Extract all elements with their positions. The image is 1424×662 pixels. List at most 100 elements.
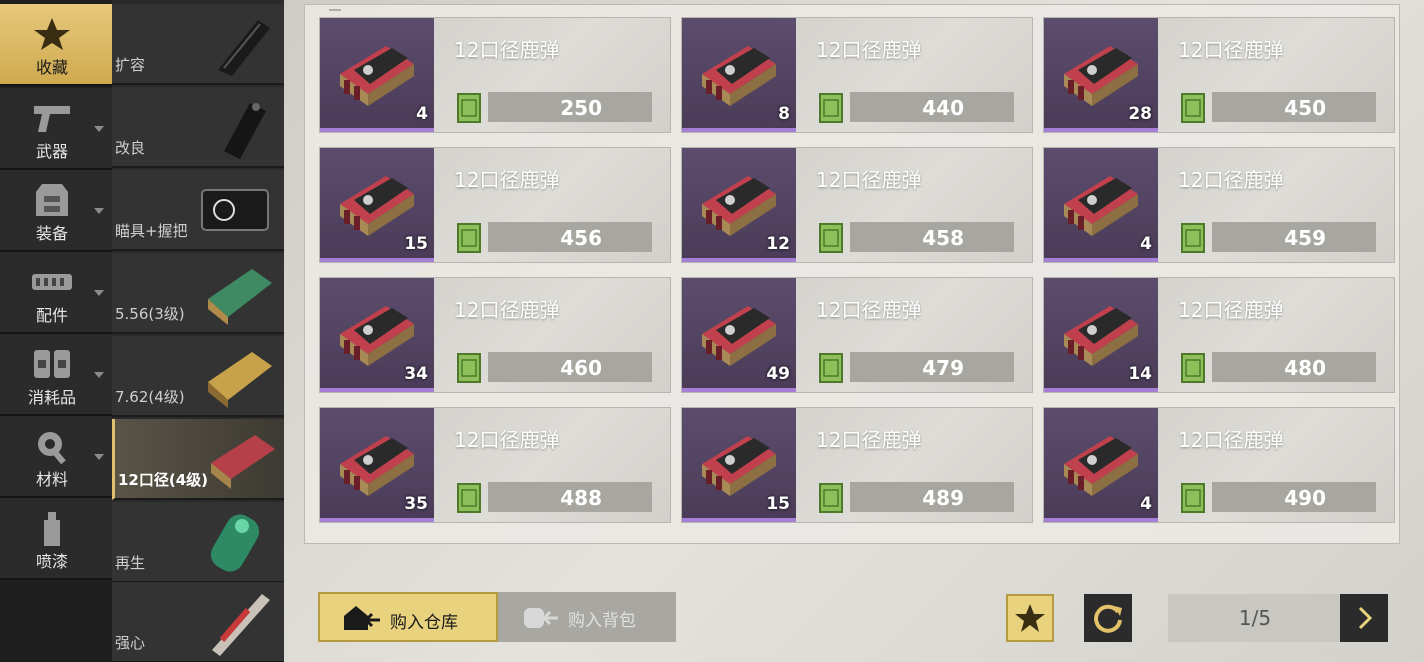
buy-to-backpack-button[interactable]: 购入背包 [498,592,676,642]
cash-icon [457,353,481,383]
warehouse-arrow-icon [344,606,380,630]
shell-box-icon [1064,306,1138,366]
subcategory-556[interactable]: 5.56(3级) [112,253,284,334]
item-price: 480 [1284,356,1326,380]
subcategory-12-gauge[interactable]: 12口径(4级) [112,419,284,500]
chevron-right-icon [1358,606,1373,630]
item-card[interactable]: 4 12口径鹿弹 459 [1043,147,1395,263]
subcategory-improved[interactable]: 改良 [112,87,284,168]
pistol-icon [34,106,70,132]
item-price: 489 [922,486,964,510]
item-card[interactable]: 15 12口径鹿弹 489 [681,407,1033,523]
item-card[interactable]: 14 12口径鹿弹 480 [1043,277,1395,393]
item-name: 12口径鹿弹 [816,298,922,322]
item-quantity: 12 [766,234,790,254]
shell-box-icon [340,436,414,496]
next-page-button[interactable] [1340,594,1388,642]
subcategory-sidebar: 扩容 改良 瞄具+握把 5.56(3级) 7.62(4级) 12口径(4级) 再… [112,0,284,662]
chevron-down-icon [94,126,104,132]
favorite-button[interactable] [1006,594,1054,642]
subcategory-regen[interactable]: 再生 [112,502,284,583]
item-grid[interactable]: 4 12口径鹿弹 250 8 12口径鹿弹 440 28 12口径鹿弹 450 15 12口径鹿弹 4… [304,4,1400,544]
price-bar: 488 [488,482,652,512]
subcategory-label: 7.62(4级) [115,388,185,406]
category-consumables[interactable]: 消耗品 [0,334,112,416]
item-card[interactable]: 28 12口径鹿弹 450 [1043,17,1395,133]
price-bar: 250 [488,92,652,122]
item-price: 479 [922,356,964,380]
cash-icon [819,93,843,123]
grip-icon [224,103,266,159]
price-bar: 458 [850,222,1014,252]
item-quantity: 35 [404,494,428,514]
category-materials[interactable]: 材料 [0,416,112,498]
price-bar: 456 [488,222,652,252]
item-name: 12口径鹿弹 [816,168,922,192]
category-weapons[interactable]: 武器 [0,88,112,170]
item-quantity: 49 [766,364,790,384]
star-icon [1015,604,1045,632]
category-equipment[interactable]: 装备 [0,170,112,252]
item-card[interactable]: 12 12口径鹿弹 458 [681,147,1033,263]
item-name: 12口径鹿弹 [1178,168,1284,192]
item-thumbnail: 4 [1044,408,1158,522]
item-quantity: 4 [416,104,428,124]
item-name: 12口径鹿弹 [1178,428,1284,452]
gear-wrench-icon [38,432,66,464]
shell-box-icon [702,46,776,106]
category-attachments[interactable]: 配件 [0,252,112,334]
item-card[interactable]: 49 12口径鹿弹 479 [681,277,1033,393]
item-card[interactable]: 15 12口径鹿弹 456 [319,147,671,263]
divider [329,9,341,11]
item-quantity: 15 [766,494,790,514]
price-bar: 440 [850,92,1014,122]
item-price: 250 [560,96,602,120]
subcategory-scope-grip[interactable]: 瞄具+握把 [112,170,284,251]
shell-box-icon [702,306,776,366]
shell-box-icon [1064,176,1138,236]
shell-box-icon [702,436,776,496]
cash-icon [819,353,843,383]
vest-icon [36,184,68,216]
shell-box-icon [1064,436,1138,496]
category-favorites[interactable]: 收藏 [0,4,112,86]
item-card[interactable]: 8 12口径鹿弹 440 [681,17,1033,133]
adrenaline-syringe-icon [212,594,270,656]
item-thumbnail: 4 [320,18,434,132]
cash-icon [1181,353,1205,383]
item-card[interactable]: 34 12口径鹿弹 460 [319,277,671,393]
item-card[interactable]: 35 12口径鹿弹 488 [319,407,671,523]
item-card[interactable]: 4 12口径鹿弹 250 [319,17,671,133]
item-quantity: 4 [1140,234,1152,254]
subcategory-adrenaline[interactable]: 强心 [112,582,284,662]
price-bar: 460 [488,352,652,382]
subcategory-extended-mag[interactable]: 扩容 [112,4,284,85]
item-price: 450 [1284,96,1326,120]
category-label: 材料 [35,470,68,489]
buy-to-warehouse-button[interactable]: 购入仓库 [318,592,498,642]
item-name: 12口径鹿弹 [1178,298,1284,322]
subcategory-label: 扩容 [115,56,146,74]
cash-icon [457,223,481,253]
cash-icon [819,483,843,513]
subcategory-label: 改良 [115,139,146,157]
subcategory-label: 12口径(4级) [118,471,209,489]
category-spray[interactable]: 喷漆 [0,498,112,580]
item-quantity: 8 [778,104,790,124]
shell-box-icon [340,176,414,236]
chevron-down-icon [94,208,104,214]
item-name: 12口径鹿弹 [1178,38,1284,62]
item-thumbnail: 14 [1044,278,1158,392]
item-name: 12口径鹿弹 [454,38,560,62]
category-label: 武器 [35,142,68,161]
item-price: 490 [1284,486,1326,510]
refresh-button[interactable] [1084,594,1132,642]
cash-icon [1181,483,1205,513]
category-label: 收藏 [35,58,68,77]
buy-destination-toggle: 购入仓库 购入背包 [318,592,676,642]
item-thumbnail: 8 [682,18,796,132]
price-bar: 490 [1212,482,1376,512]
chevron-down-icon [94,290,104,296]
item-card[interactable]: 4 12口径鹿弹 490 [1043,407,1395,523]
subcategory-762[interactable]: 7.62(4级) [112,336,284,417]
